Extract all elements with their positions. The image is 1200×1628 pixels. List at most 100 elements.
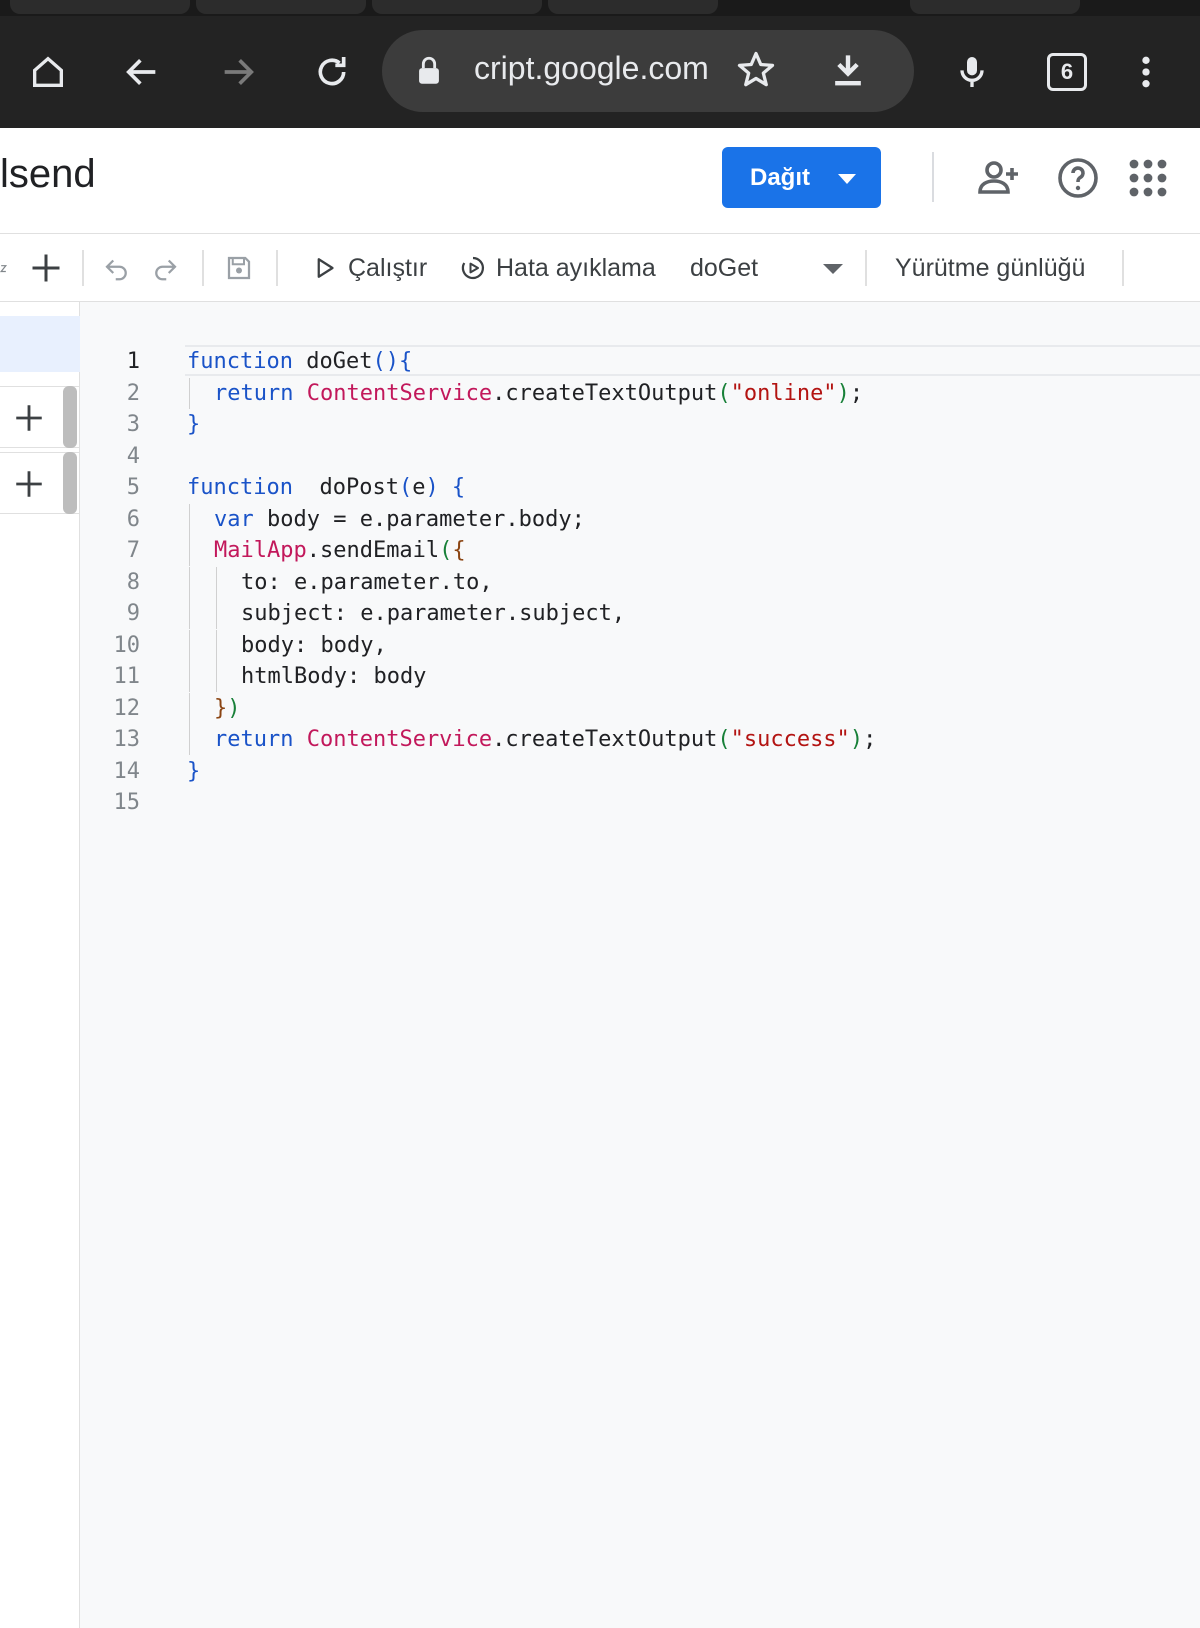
- code-line[interactable]: 13 return ContentService.createTextOutput…: [80, 724, 1200, 755]
- deploy-button[interactable]: Dağıt: [722, 147, 881, 208]
- code-token: body = e.parameter.body;: [253, 506, 585, 532]
- code-text: var body = e.parameter.body;: [214, 504, 585, 535]
- code-token: ;: [849, 380, 864, 406]
- code-text: subject: e.parameter.subject,: [241, 598, 625, 629]
- code-token: function: [187, 475, 293, 500]
- function-select[interactable]: doGet: [690, 234, 848, 302]
- code-text: return ContentService.createTextOutput("…: [214, 724, 876, 755]
- line-number: 13: [113, 727, 141, 752]
- indent-guide: [189, 598, 190, 629]
- save-icon[interactable]: [224, 234, 254, 302]
- help-icon[interactable]: [1054, 154, 1102, 202]
- app-header: lsend Dağıt: [0, 128, 1200, 234]
- code-editor[interactable]: 1 function doGet(){2 return ContentService…: [80, 302, 1200, 1628]
- line-number: 9: [126, 601, 140, 626]
- browser-tab[interactable]: [910, 0, 1080, 14]
- debug-button[interactable]: Hata ayıklama: [458, 234, 656, 302]
- code-token: body: body,: [241, 632, 387, 658]
- code-line[interactable]: 5 function doPost(e) {: [80, 472, 1200, 503]
- add-service-icon[interactable]: [12, 467, 46, 501]
- code-line[interactable]: 3}: [80, 409, 1200, 440]
- apps-grid-icon[interactable]: [1124, 154, 1172, 202]
- sort-az-icon[interactable]: [0, 234, 14, 302]
- code-token: (: [717, 727, 731, 752]
- code-line[interactable]: 7 MailApp.sendEmail({: [80, 535, 1200, 566]
- code-token: doGet: [306, 349, 373, 374]
- indent-guide: [216, 598, 217, 629]
- code-text: }: [187, 756, 200, 787]
- execution-log-button[interactable]: Yürütme günlüğü: [895, 234, 1085, 302]
- code-token: return: [214, 727, 294, 752]
- indent-guide: [189, 535, 190, 566]
- code-token: }: [187, 412, 201, 437]
- code-line[interactable]: 9 subject: e.parameter.subject,: [80, 598, 1200, 629]
- code-token: }: [214, 695, 228, 721]
- play-icon: [317, 258, 334, 278]
- line-number: 11: [113, 664, 141, 689]
- browser-tab[interactable]: [10, 0, 190, 14]
- code-line[interactable]: 15: [80, 787, 1200, 818]
- microphone-icon[interactable]: [946, 46, 998, 98]
- line-number: 5: [126, 475, 140, 500]
- function-select-value: doGet: [690, 254, 759, 282]
- forward-icon[interactable]: [212, 46, 264, 98]
- bookmark-star-icon[interactable]: [734, 48, 778, 92]
- home-icon[interactable]: [22, 46, 74, 98]
- code-line[interactable]: 4: [80, 441, 1200, 472]
- code-line[interactable]: 8 to: e.parameter.to,: [80, 566, 1200, 598]
- code-token: (: [717, 380, 731, 406]
- deploy-button-label: Dağıt: [750, 164, 810, 191]
- add-library-icon[interactable]: [12, 401, 46, 435]
- scrollbar-thumb[interactable]: [63, 452, 77, 514]
- line-number: 10: [113, 632, 141, 658]
- code-text: to: e.parameter.to,: [241, 567, 493, 598]
- debug-button-label: Hata ayıklama: [496, 253, 656, 282]
- download-icon[interactable]: [826, 48, 870, 92]
- code-line[interactable]: 12}): [80, 692, 1200, 724]
- browser-tab[interactable]: [548, 0, 718, 14]
- code-line[interactable]: 10 body: body,: [80, 629, 1200, 661]
- code-line[interactable]: 1 function doGet(){: [80, 346, 1200, 377]
- code-token: (){: [372, 349, 413, 374]
- address-bar[interactable]: cript.google.com: [382, 30, 914, 112]
- scrollbar-thumb[interactable]: [63, 386, 77, 448]
- line-number: 6: [126, 506, 140, 532]
- code-line[interactable]: 2 return ContentService.createTextOutput(…: [80, 377, 1200, 409]
- indent-guide: [189, 629, 190, 661]
- redo-icon[interactable]: [150, 234, 180, 302]
- project-title[interactable]: lsend: [0, 152, 96, 197]
- code-text: MailApp.sendEmail({: [214, 535, 466, 566]
- divider: [202, 250, 204, 286]
- code-token: ContentService: [306, 380, 493, 406]
- divider: [865, 250, 867, 286]
- line-number: 8: [126, 569, 140, 595]
- more-menu-icon[interactable]: [1120, 46, 1172, 98]
- selected-file-item[interactable]: [0, 316, 80, 372]
- undo-icon[interactable]: [102, 234, 132, 302]
- code-line[interactable]: 6 var body = e.parameter.body;: [80, 503, 1200, 535]
- code-text: body: body,: [241, 630, 387, 661]
- indent-guide: [216, 661, 217, 692]
- code-token: function: [187, 349, 293, 374]
- code-token: var: [214, 506, 254, 532]
- line-number: 7: [126, 538, 140, 563]
- browser-tab[interactable]: [372, 0, 542, 14]
- add-file-icon[interactable]: [28, 234, 64, 302]
- code-line[interactable]: 14}: [80, 756, 1200, 787]
- browser-tab[interactable]: [196, 0, 366, 14]
- browser-toolbar: cript.google.com 6: [0, 16, 1200, 128]
- run-button[interactable]: Çalıştır: [310, 234, 427, 302]
- code-token: ): [836, 380, 850, 406]
- code-token: "online": [730, 380, 837, 406]
- line-number: 1: [126, 349, 140, 374]
- code-token: ContentService: [306, 727, 493, 752]
- reload-icon[interactable]: [306, 46, 358, 98]
- code-token: .createTextOutput: [492, 380, 718, 406]
- line-number: 2: [126, 380, 140, 406]
- share-add-person-icon[interactable]: [974, 154, 1022, 202]
- tab-switcher-button[interactable]: 6: [1047, 53, 1087, 91]
- code-line[interactable]: 11 htmlBody: body: [80, 661, 1200, 692]
- editor-toolbar: Çalıştır Hata ayıklama doGet Yürütme gün…: [0, 234, 1200, 302]
- back-icon[interactable]: [116, 46, 168, 98]
